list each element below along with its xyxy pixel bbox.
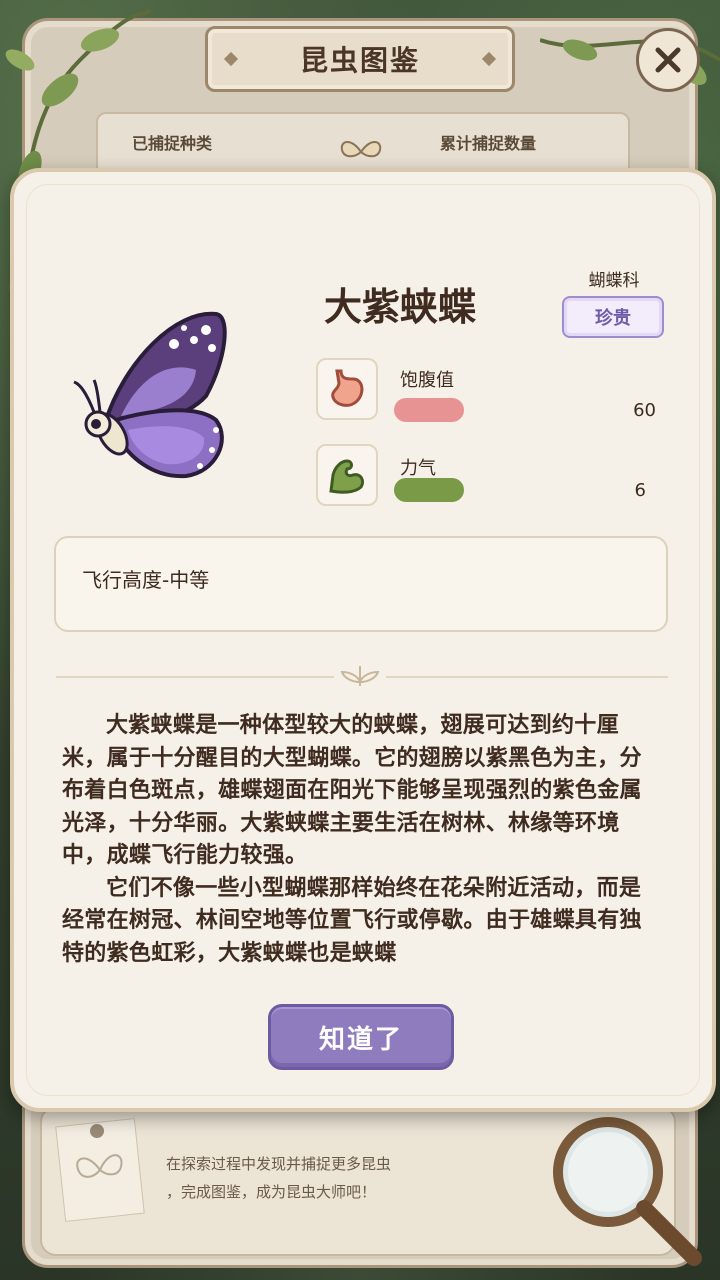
- insect-name: 大紫蛱蝶: [323, 284, 476, 329]
- got-it-button[interactable]: 知道了: [268, 1004, 454, 1070]
- butterfly-sketch-icon: [76, 1154, 123, 1178]
- strength-value: 6: [634, 480, 646, 501]
- bottom-hint-text: 在探索过程中发现并捕捉更多昆虫 ，完成图鉴，成为昆虫大师吧！: [166, 1150, 391, 1206]
- flexed-arm-icon: [329, 459, 365, 494]
- rarity-badge: 珍贵: [562, 296, 664, 338]
- caught-species-label: 已捕捉种类: [132, 134, 213, 153]
- insect-description[interactable]: 大紫蛱蝶是一种体型较大的蛱蝶，翅展可达到约十厘米，属于十分醒目的大型蝴蝶。它的翅…: [62, 710, 662, 988]
- strength-bar: [394, 478, 464, 502]
- satiety-bar: [394, 398, 464, 422]
- satiety-label: 饱腹值: [400, 370, 454, 391]
- strength-label: 力气: [400, 458, 436, 479]
- description-paragraph-2: 它们不像一些小型蝴蝶那样始终在花朵附近活动，而是经常在树冠、林间空地等位置飞行或…: [62, 875, 642, 966]
- title-plate: 昆虫图鉴: [205, 26, 515, 92]
- page-title: 昆虫图鉴: [299, 44, 420, 77]
- butterfly-emblem-icon: [340, 141, 382, 158]
- strength-icon-box: [316, 444, 378, 506]
- stomach-icon: [331, 369, 364, 407]
- description-paragraph-1: 大紫蛱蝶是一种体型较大的蛱蝶，翅展可达到约十厘米，属于十分醒目的大型蝴蝶。它的翅…: [62, 713, 642, 868]
- close-icon: [655, 47, 681, 73]
- family-label: 蝴蝶科: [588, 271, 640, 291]
- hint-line-1: 在探索过程中发现并捕捉更多昆虫: [166, 1155, 392, 1173]
- satiety-icon-box: [316, 358, 378, 420]
- close-button[interactable]: [636, 28, 700, 92]
- leaf-ornament-icon: [334, 660, 386, 692]
- pin-icon: [90, 1124, 104, 1138]
- magnifier-icon: [553, 1117, 702, 1266]
- total-caught-label: 累计捕捉数量: [440, 134, 537, 153]
- satiety-value: 60: [633, 400, 656, 421]
- flight-height-trait: 飞行高度-中等: [82, 568, 210, 592]
- hint-line-2: ，完成图鉴，成为昆虫大师吧！: [166, 1183, 377, 1201]
- purple-butterfly-icon: [73, 311, 227, 479]
